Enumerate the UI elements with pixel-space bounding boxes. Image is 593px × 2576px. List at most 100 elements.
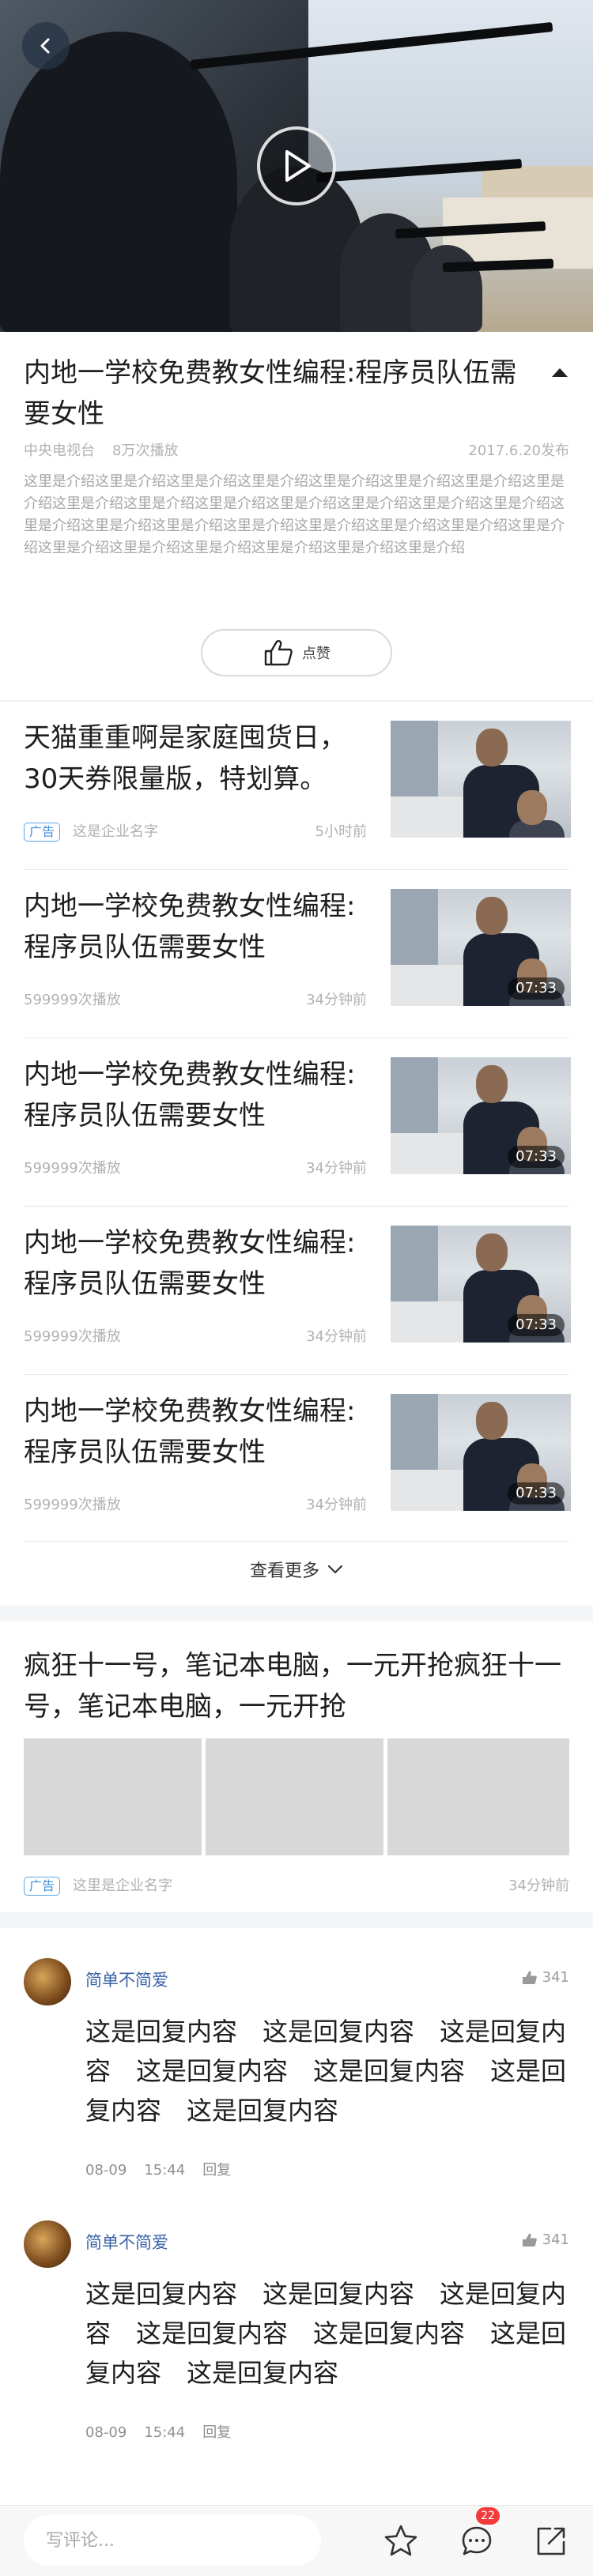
comment-username[interactable]: 简单不简爱 [85, 1968, 168, 1991]
item-thumbnail: 07:33 [391, 1394, 571, 1511]
comment-likes-count: 341 [542, 1969, 569, 1986]
thumbs-up-icon [522, 1971, 537, 1984]
item-title: 内地一学校免费教女性编程:程序员队伍需要女性 [24, 1227, 356, 1300]
see-more-label: 查看更多 [249, 1561, 319, 1581]
comment-likes-count: 341 [542, 2231, 569, 2248]
comment-input[interactable] [24, 2515, 321, 2566]
video-player[interactable] [0, 0, 593, 332]
video-duration: 07:33 [508, 1482, 565, 1505]
ad-title[interactable]: 疯狂十一号，笔记本电脑，一元开抢疯狂十一号，笔记本电脑，一元开抢 [24, 1645, 577, 1727]
chevron-down-icon [327, 1565, 343, 1574]
ad-company: 这里是企业名字 [73, 1877, 173, 1894]
item-meta: 599999次播放 34分钟前 [24, 1157, 367, 1177]
list-item[interactable]: 内地一学校免费教女性编程:程序员队伍需要女性 07:33 599999次播放 3… [0, 1038, 593, 1206]
thumbnail-figure [476, 729, 508, 766]
reply-button[interactable]: 回复 [202, 2424, 231, 2441]
list-item[interactable]: 内地一学校免费教女性编程:程序员队伍需要女性 07:33 599999次播放 3… [0, 870, 593, 1038]
item-plays: 599999次播放 [24, 992, 121, 1008]
ad-image[interactable] [387, 1738, 569, 1855]
section-gap [0, 1912, 593, 1928]
video-duration: 07:33 [508, 1314, 565, 1336]
video-figure [0, 32, 237, 332]
section-gap [0, 1606, 593, 1621]
video-duration: 07:33 [508, 1146, 565, 1168]
thumbnail-figure [476, 1065, 508, 1103]
play-button[interactable] [257, 126, 336, 205]
thumbs-up-icon [522, 2233, 537, 2246]
chevron-left-icon [40, 38, 50, 54]
item-meta: 广告 这是企业名字 5小时前 [24, 820, 367, 842]
share-icon[interactable] [533, 2523, 569, 2559]
item-time: 34分钟前 [306, 1160, 367, 1177]
article-source: 中央电视台 [24, 443, 95, 459]
list-item[interactable]: 天猫重重啊是家庭囤货日，30天券限量版，特划算。 广告 这是企业名字 5小时前 [0, 702, 593, 869]
thumbnail-figure [476, 1402, 508, 1440]
ad-time: 34分钟前 [508, 1877, 569, 1894]
article-date: 2017.6.20发布 [468, 443, 569, 459]
item-title: 内地一学校免费教女性编程:程序员队伍需要女性 [24, 1395, 356, 1468]
item-title: 内地一学校免费教女性编程:程序员队伍需要女性 [24, 1059, 356, 1132]
list-item[interactable]: 内地一学校免费教女性编程:程序员队伍需要女性 07:33 599999次播放 3… [0, 1375, 593, 1542]
comment-text: 这是回复内容 这是回复内容 这是回复内容 这是回复内容 这是回复内容 这是回复内… [85, 2017, 567, 2126]
article-description: 这里是介绍这里是介绍这里是介绍这里是介绍这里是介绍这里是介绍这里是介绍这里是介绍… [24, 473, 565, 556]
comment: 简单不简爱 341 这是回复内容 这是回复内容 这是回复内容 这是回复内容 这是… [0, 1958, 593, 2195]
list-item[interactable]: 内地一学校免费教女性编程:程序员队伍需要女性 07:33 599999次播放 3… [0, 1207, 593, 1374]
star-icon[interactable] [383, 2523, 419, 2559]
comment-likes[interactable]: 341 [522, 1969, 569, 1986]
item-thumbnail: 07:33 [391, 889, 571, 1006]
play-icon [285, 150, 311, 182]
ad-badge: 广告 [24, 1877, 61, 1896]
item-thumbnail: 07:33 [391, 1057, 571, 1174]
comment-count-badge: 22 [476, 2507, 500, 2525]
item-time: 5小时前 [315, 823, 367, 840]
collapse-icon[interactable] [552, 368, 568, 377]
video-figure [411, 245, 482, 332]
item-plays: 599999次播放 [24, 1160, 121, 1177]
item-thumbnail: 07:33 [391, 1226, 571, 1343]
item-time: 34分钟前 [306, 1328, 367, 1345]
item-title: 天猫重重啊是家庭囤货日，30天券限量版，特划算。 [24, 722, 346, 795]
ad-badge: 广告 [24, 823, 61, 842]
thumbs-up-icon [264, 640, 293, 666]
item-time: 34分钟前 [306, 1497, 367, 1513]
item-title: 内地一学校免费教女性编程:程序员队伍需要女性 [24, 891, 356, 963]
back-button[interactable] [22, 22, 70, 70]
comment-icon[interactable] [459, 2523, 495, 2559]
item-meta: 599999次播放 34分钟前 [24, 1325, 367, 1346]
comment-meta: 08-09 15:44 回复 [85, 2421, 248, 2442]
ad-meta: 广告 这里是企业名字 34分钟前 [24, 1874, 569, 1896]
article-meta: 中央电视台 8万次播放 2017.6.20发布 [24, 439, 569, 461]
comment-date: 08-09 [85, 2424, 127, 2441]
thumbnail-figure [517, 790, 547, 825]
comment: 简单不简爱 341 这是回复内容 这是回复内容 这是回复内容 这是回复内容 这是… [0, 2220, 593, 2457]
comment-username[interactable]: 简单不简爱 [85, 2230, 168, 2254]
video-duration: 07:33 [508, 977, 565, 1000]
reply-button[interactable]: 回复 [202, 2162, 231, 2179]
item-plays: 599999次播放 [24, 1328, 121, 1345]
item-company: 这是企业名字 [73, 823, 159, 840]
like-button[interactable]: 点赞 [201, 629, 392, 676]
comment-likes[interactable]: 341 [522, 2231, 569, 2248]
item-meta: 599999次播放 34分钟前 [24, 989, 367, 1009]
avatar[interactable] [24, 2220, 71, 2268]
comment-meta: 08-09 15:44 回复 [85, 2159, 248, 2179]
avatar[interactable] [24, 1958, 71, 2005]
comment-text: 这是回复内容 这是回复内容 这是回复内容 这是回复内容 这是回复内容 这是回复内… [85, 2279, 567, 2388]
item-time: 34分钟前 [306, 992, 367, 1008]
article-title: 内地一学校免费教女性编程:程序员队伍需要女性 [24, 357, 517, 430]
bottom-toolbar: 22 [0, 2505, 593, 2576]
article-plays: 8万次播放 [112, 443, 179, 459]
like-label: 点赞 [302, 646, 330, 662]
ad-image[interactable] [24, 1738, 202, 1855]
comment-time: 15:44 [144, 2424, 186, 2441]
comment-time: 15:44 [144, 2162, 186, 2179]
item-thumbnail [391, 721, 571, 838]
see-more-button[interactable]: 查看更多 [0, 1546, 593, 1593]
item-divider [24, 1541, 569, 1542]
ad-image[interactable] [206, 1738, 383, 1855]
item-plays: 599999次播放 [24, 1497, 121, 1513]
thumbnail-figure [476, 897, 508, 935]
comment-date: 08-09 [85, 2162, 127, 2179]
item-meta: 599999次播放 34分钟前 [24, 1493, 367, 1514]
video-building [482, 166, 593, 198]
